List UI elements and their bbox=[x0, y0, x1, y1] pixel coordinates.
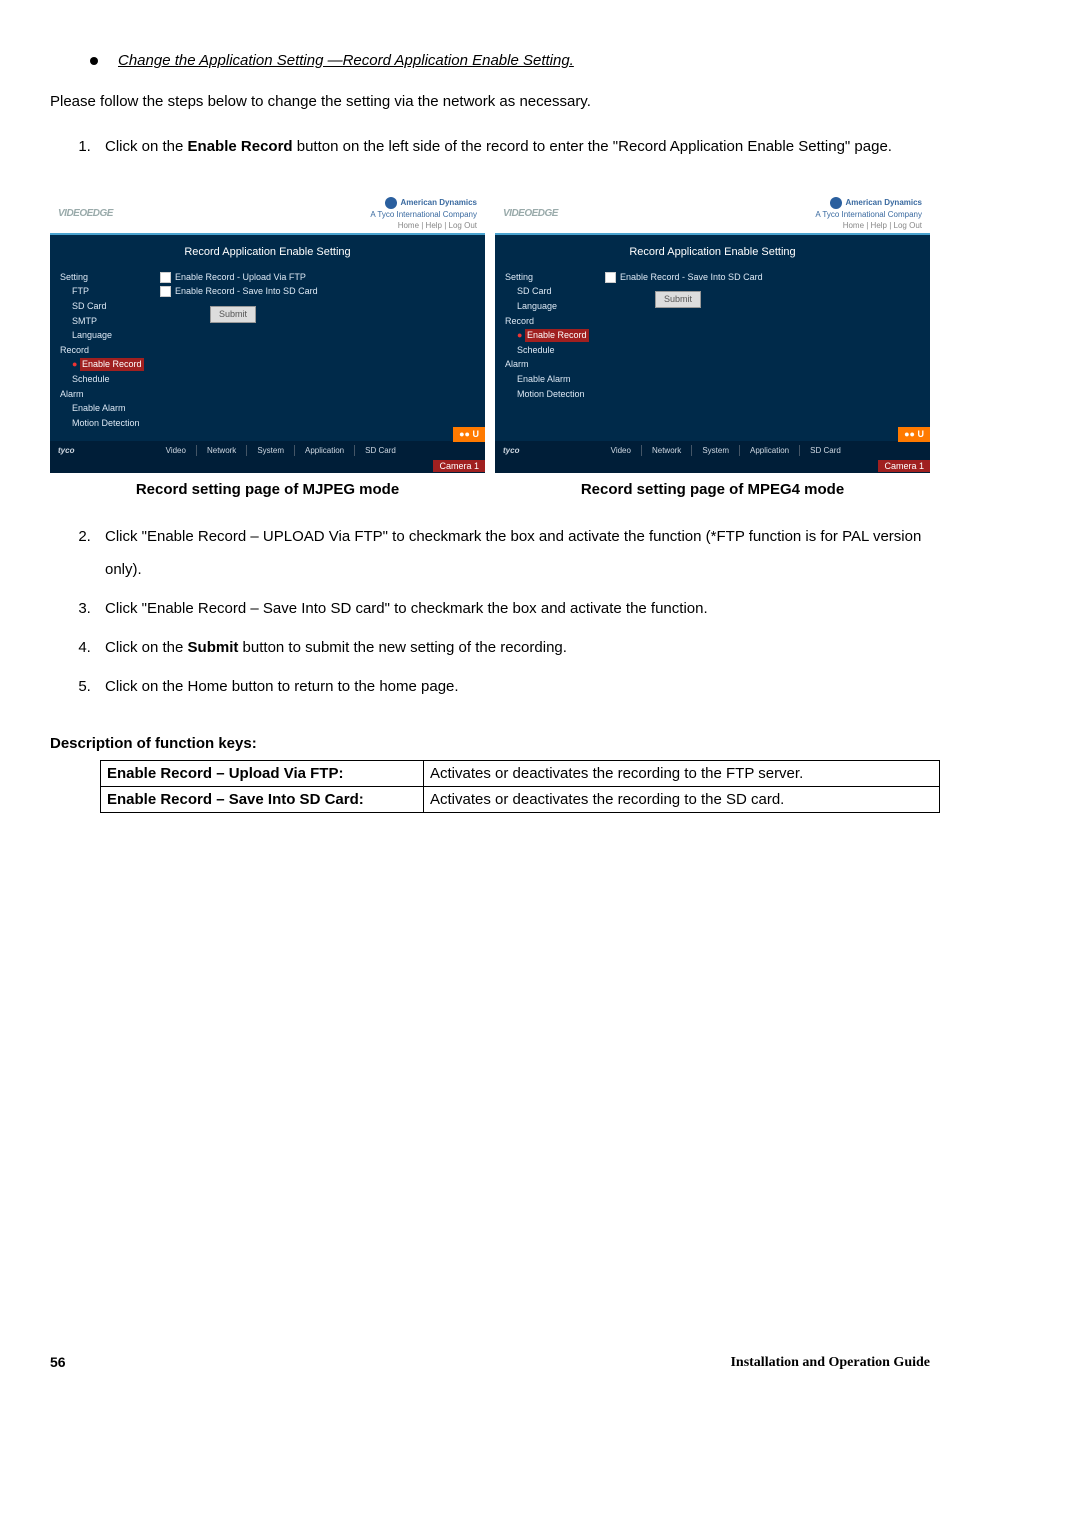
sidebar-mjpeg: Setting FTP SD Card SMTP Language Record… bbox=[60, 269, 160, 432]
sidebar-item-alarm[interactable]: Alarm bbox=[505, 358, 605, 371]
sidebar-item-enable-record[interactable]: ● Enable Record bbox=[72, 358, 160, 371]
fk-key: Enable Record – Save Into SD Card: bbox=[101, 787, 424, 813]
globe-icon bbox=[385, 197, 397, 209]
table-row: Enable Record – Upload Via FTP: Activate… bbox=[101, 761, 940, 787]
sidebar-item-motion[interactable]: Motion Detection bbox=[72, 417, 160, 430]
brand-logo: VIDEOEDGE bbox=[58, 207, 113, 221]
footer-nav[interactable]: Video Network System Application SD Card bbox=[84, 445, 477, 456]
table-row: Enable Record – Save Into SD Card: Activ… bbox=[101, 787, 940, 813]
guide-label: Installation and Operation Guide bbox=[730, 1353, 930, 1373]
sidebar-item-smtp[interactable]: SMTP bbox=[72, 315, 160, 328]
footer-nav[interactable]: Video Network System Application SD Card bbox=[529, 445, 922, 456]
function-keys-table: Enable Record – Upload Via FTP: Activate… bbox=[100, 760, 940, 813]
sidebar-item-schedule[interactable]: Schedule bbox=[517, 344, 605, 357]
camera-tag: Camera 1 bbox=[878, 460, 930, 472]
sidebar-item-schedule[interactable]: Schedule bbox=[72, 373, 160, 386]
bullet-icon bbox=[90, 57, 98, 65]
checkbox-icon[interactable] bbox=[160, 272, 171, 283]
corner-badge: ●● U bbox=[453, 427, 485, 442]
step-4: Click on the Submit button to submit the… bbox=[95, 631, 930, 664]
section-heading: Change the Application Setting —Record A… bbox=[90, 50, 930, 71]
top-links[interactable]: Home | Help | Log Out bbox=[843, 220, 922, 231]
globe-icon bbox=[830, 197, 842, 209]
fk-val: Activates or deactivates the recording t… bbox=[424, 761, 940, 787]
checkbox-upload-ftp[interactable]: Enable Record - Upload Via FTP bbox=[160, 271, 475, 284]
submit-button[interactable]: Submit bbox=[655, 291, 701, 308]
footer-brand: tyco bbox=[503, 445, 519, 456]
sidebar-item-record[interactable]: Record bbox=[505, 315, 605, 328]
sidebar-item-sdcard[interactable]: SD Card bbox=[72, 300, 160, 313]
caption-mpeg4: Record setting page of MPEG4 mode bbox=[495, 479, 930, 500]
step-1: Click on the Enable Record button on the… bbox=[95, 130, 930, 163]
checkbox-save-sd[interactable]: Enable Record - Save Into SD Card bbox=[160, 285, 475, 298]
desc-heading: Description of function keys: bbox=[50, 733, 930, 754]
intro-text: Please follow the steps below to change … bbox=[50, 91, 930, 112]
corner-badge: ●● U bbox=[898, 427, 930, 442]
top-links[interactable]: Home | Help | Log Out bbox=[398, 220, 477, 231]
caption-mjpeg: Record setting page of MJPEG mode bbox=[50, 479, 485, 500]
sidebar-item-language[interactable]: Language bbox=[517, 300, 605, 313]
sidebar-item-enable-alarm[interactable]: Enable Alarm bbox=[72, 402, 160, 415]
page-number: 56 bbox=[50, 1353, 66, 1373]
sidebar-item-ftp[interactable]: FTP bbox=[72, 285, 160, 298]
submit-button[interactable]: Submit bbox=[210, 306, 256, 323]
sidebar-item-sdcard[interactable]: SD Card bbox=[517, 285, 605, 298]
page-footer: 56 Installation and Operation Guide bbox=[50, 1353, 930, 1373]
screenshot-row: VIDEOEDGE American Dynamics A Tyco Inter… bbox=[50, 193, 930, 473]
screenshot-mjpeg: VIDEOEDGE American Dynamics A Tyco Inter… bbox=[50, 193, 485, 473]
sidebar-item-setting[interactable]: Setting bbox=[60, 271, 160, 284]
sidebar-item-setting[interactable]: Setting bbox=[505, 271, 605, 284]
checkbox-icon[interactable] bbox=[160, 286, 171, 297]
fk-val: Activates or deactivates the recording t… bbox=[424, 787, 940, 813]
fk-key: Enable Record – Upload Via FTP: bbox=[101, 761, 424, 787]
sidebar-item-alarm[interactable]: Alarm bbox=[60, 388, 160, 401]
brand-logo: VIDEOEDGE bbox=[503, 207, 558, 221]
sidebar-item-language[interactable]: Language bbox=[72, 329, 160, 342]
checkbox-icon[interactable] bbox=[605, 272, 616, 283]
sidebar-item-record[interactable]: Record bbox=[60, 344, 160, 357]
panel-title: Record Application Enable Setting bbox=[495, 235, 930, 268]
screenshot-mpeg4: VIDEOEDGE American Dynamics A Tyco Inter… bbox=[495, 193, 930, 473]
checkbox-save-sd[interactable]: Enable Record - Save Into SD Card bbox=[605, 271, 920, 284]
camera-tag: Camera 1 bbox=[433, 460, 485, 472]
sidebar-item-enable-record[interactable]: ● Enable Record bbox=[517, 329, 605, 342]
sidebar-mpeg4: Setting SD Card Language Record ● Enable… bbox=[505, 269, 605, 402]
step-3: Click "Enable Record – Save Into SD card… bbox=[95, 592, 930, 625]
step-5: Click on the Home button to return to th… bbox=[95, 670, 930, 703]
sidebar-item-enable-alarm[interactable]: Enable Alarm bbox=[517, 373, 605, 386]
sidebar-item-motion[interactable]: Motion Detection bbox=[517, 388, 605, 401]
footer-brand: tyco bbox=[58, 445, 74, 456]
step-2: Click "Enable Record – UPLOAD Via FTP" t… bbox=[95, 520, 930, 586]
panel-title: Record Application Enable Setting bbox=[50, 235, 485, 268]
section-heading-text: Change the Application Setting —Record A… bbox=[118, 50, 574, 71]
